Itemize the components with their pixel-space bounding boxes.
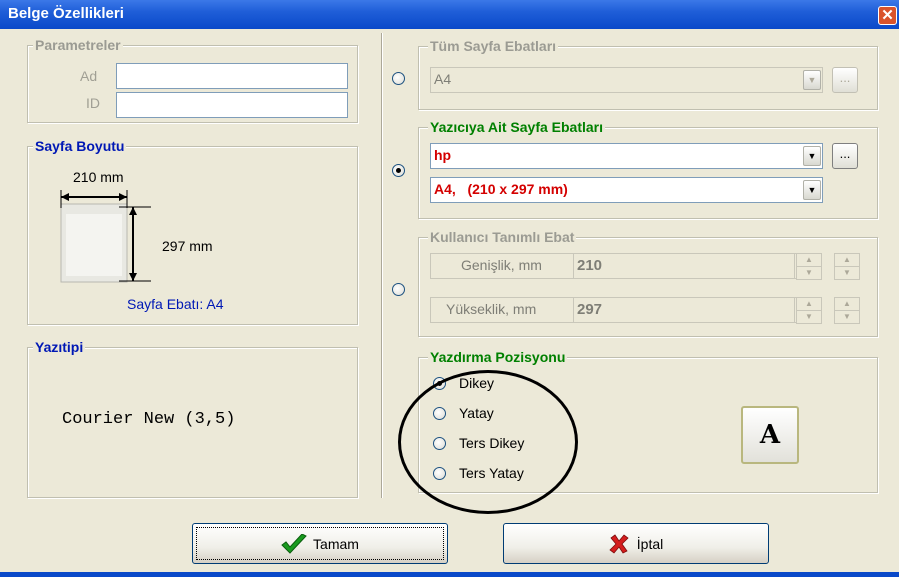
genislik-label: Genişlik, mm	[461, 257, 542, 273]
id-label: ID	[86, 95, 100, 111]
kullanici-legend: Kullanıcı Tanımlı Ebat	[428, 229, 577, 245]
paper-select[interactable]: A4, (210 x 297 mm)	[430, 177, 823, 203]
annotation-circle	[398, 370, 578, 514]
tum-sayfa-legend: Tüm Sayfa Ebatları	[428, 38, 559, 54]
genislik-spin-up-2[interactable]: ▲	[834, 253, 860, 267]
height-dimension-label: 297 mm	[162, 238, 213, 254]
window-title: Belge Özellikleri	[8, 5, 124, 22]
checkmark-icon	[281, 533, 307, 554]
yukseklik-spin-down-2[interactable]: ▼	[834, 310, 860, 324]
sayfa-ebati-label: Sayfa Ebatı: A4	[127, 296, 224, 312]
genislik-value-field[interactable]: 210	[573, 253, 795, 279]
cancel-button[interactable]: İptal	[503, 523, 769, 564]
yukseklik-spin-down[interactable]: ▼	[796, 310, 822, 324]
parametreler-legend: Parametreler	[33, 37, 123, 53]
page-size-diagram	[60, 190, 151, 283]
yazitipi-legend: Yazıtipi	[33, 339, 86, 355]
genislik-spin-down-2[interactable]: ▼	[834, 266, 860, 280]
tum-sayfa-ellipsis-button[interactable]: ...	[832, 67, 858, 93]
printer-ellipsis-button[interactable]: ...	[832, 143, 858, 169]
id-input[interactable]	[116, 92, 348, 118]
printer-select[interactable]: hp	[430, 143, 823, 169]
x-icon	[609, 533, 629, 554]
yukseklik-spin-up[interactable]: ▲	[796, 297, 822, 311]
ok-label: Tamam	[313, 535, 359, 552]
tum-sayfa-radio[interactable]	[392, 72, 405, 85]
ok-button[interactable]: Tamam	[192, 523, 448, 564]
title-bar	[0, 0, 899, 29]
paper-value: A4, (210 x 297 mm)	[434, 181, 568, 197]
tum-sayfa-value: A4	[434, 71, 452, 87]
tum-sayfa-select[interactable]: A4	[430, 67, 823, 93]
ad-label: Ad	[80, 68, 98, 84]
paper-dropdown-button[interactable]: ▼	[803, 180, 821, 200]
vertical-divider	[381, 33, 383, 498]
sayfa-boyutu-legend: Sayfa Boyutu	[33, 138, 127, 154]
yazici-radio[interactable]	[392, 164, 405, 177]
window-bottom-border	[0, 572, 899, 577]
yukseklik-label: Yükseklik, mm	[446, 301, 537, 317]
yukseklik-value-field[interactable]: 297	[573, 297, 795, 323]
tum-sayfa-dropdown-button[interactable]: ▼	[803, 70, 821, 90]
yazici-legend: Yazıcıya Ait Sayfa Ebatları	[428, 119, 606, 135]
width-dimension-label: 210 mm	[73, 169, 124, 185]
orientation-preview-button[interactable]: A	[741, 406, 799, 464]
printer-dropdown-button[interactable]: ▼	[803, 146, 821, 166]
close-button[interactable]: ✕	[878, 6, 897, 25]
printer-value: hp	[434, 147, 452, 163]
genislik-spin-up[interactable]: ▲	[796, 253, 822, 267]
ad-input[interactable]	[116, 63, 348, 89]
yukseklik-spin-up-2[interactable]: ▲	[834, 297, 860, 311]
cancel-label: İptal	[636, 535, 664, 552]
font-display: Courier New (3,5)	[62, 410, 236, 429]
genislik-spin-down[interactable]: ▼	[796, 266, 822, 280]
yazici-group: Yazıcıya Ait Sayfa Ebatları	[418, 119, 878, 219]
kullanici-radio[interactable]	[392, 283, 405, 296]
yazdirma-legend: Yazdırma Pozisyonu	[428, 349, 568, 365]
